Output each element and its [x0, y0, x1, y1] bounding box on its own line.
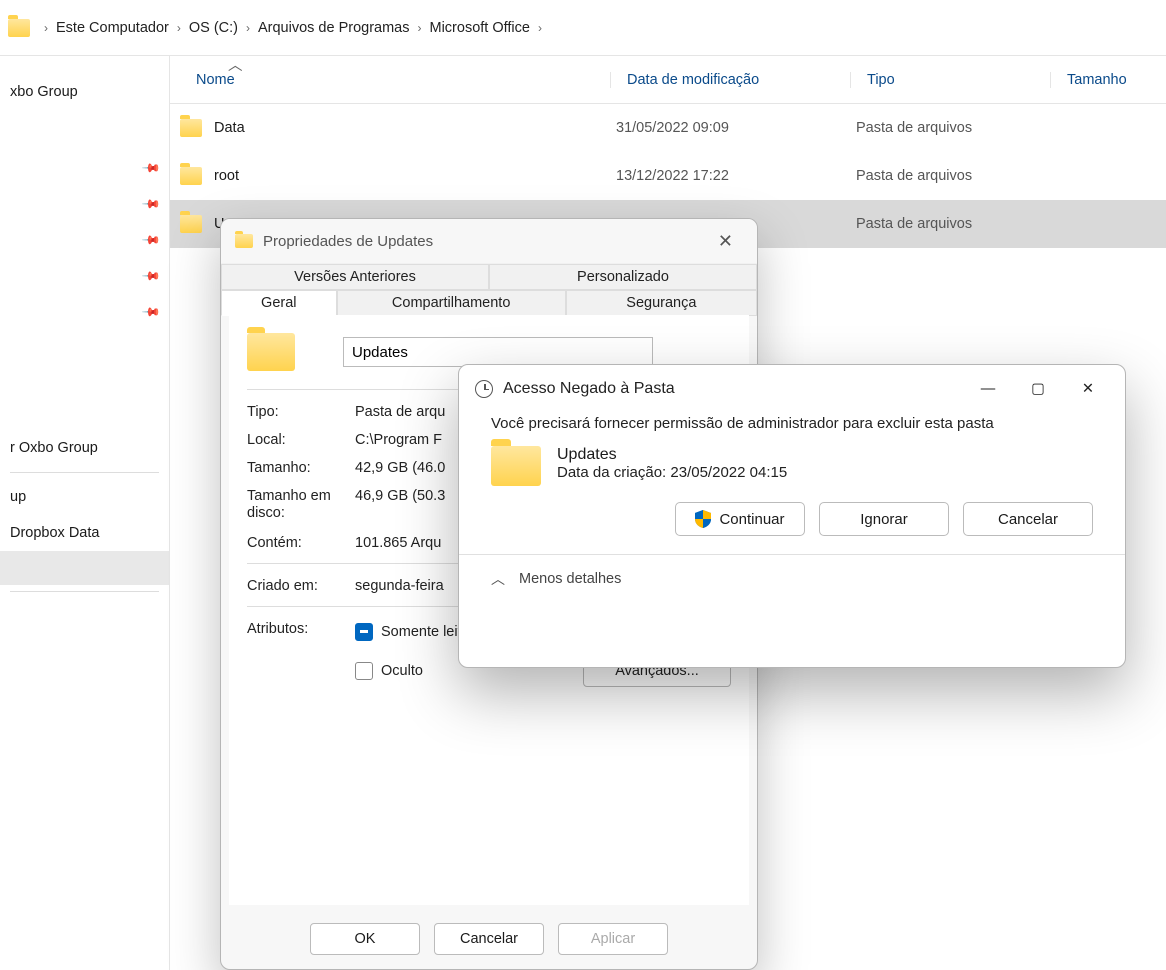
file-type: Pasta de arquivos	[850, 168, 1050, 184]
cancel-button[interactable]: Cancelar	[434, 923, 544, 955]
breadcrumb-seg[interactable]: Este Computador	[48, 16, 177, 40]
access-denied-dialog: Acesso Negado à Pasta — ▢ ✕ Você precisa…	[458, 364, 1126, 668]
continue-button[interactable]: Continuar	[675, 502, 805, 536]
sidebar-item-label: xbo Group	[10, 84, 78, 100]
shield-icon	[695, 510, 711, 528]
dialog-titlebar[interactable]: Propriedades de Updates ✕	[221, 219, 757, 263]
item-date: Data da criação: 23/05/2022 04:15	[557, 464, 787, 481]
sidebar-item-pinned[interactable]: 📌	[0, 258, 169, 294]
folder-icon	[8, 19, 30, 37]
chevron-right-icon[interactable]: ›	[538, 21, 542, 35]
ok-button[interactable]: OK	[310, 923, 420, 955]
label-attributes: Atributos:	[247, 621, 355, 687]
column-headers: Nome Data de modificação Tipo Tamanho	[170, 56, 1166, 104]
tab-customize[interactable]: Personalizado	[489, 264, 757, 290]
pin-icon: 📌	[141, 266, 161, 286]
sidebar-item[interactable]: xbo Group	[0, 74, 169, 110]
sidebar-item-pinned[interactable]: 📌	[0, 186, 169, 222]
checkbox-label: Oculto	[381, 663, 423, 679]
folder-icon	[235, 234, 253, 248]
sidebar-item-selected[interactable]	[0, 551, 169, 585]
file-date: 31/05/2022 09:09	[610, 120, 850, 136]
clock-icon	[475, 380, 493, 398]
separator	[10, 472, 159, 473]
pin-icon: 📌	[141, 158, 161, 178]
close-button[interactable]: ✕	[1065, 373, 1111, 405]
folder-icon-large	[247, 333, 295, 371]
file-type: Pasta de arquivos	[850, 120, 1050, 136]
sidebar-item-pinned[interactable]: 📌	[0, 294, 169, 330]
checkbox-icon	[355, 662, 373, 680]
label-type: Tipo:	[247, 404, 355, 420]
checkbox-hidden[interactable]: Oculto	[355, 662, 423, 680]
folder-icon	[180, 167, 202, 185]
folder-icon	[180, 119, 202, 137]
folder-name-input[interactable]	[343, 337, 653, 367]
checkbox-icon-indeterminate	[355, 623, 373, 641]
tab-general[interactable]: Geral	[221, 290, 337, 316]
dialog-titlebar[interactable]: Acesso Negado à Pasta — ▢ ✕	[459, 365, 1125, 413]
ignore-button[interactable]: Ignorar	[819, 502, 949, 536]
folder-icon	[180, 215, 202, 233]
breadcrumb: › Este Computador › OS (C:) › Arquivos d…	[0, 0, 1166, 56]
pin-icon: 📌	[141, 230, 161, 250]
label-created: Criado em:	[247, 578, 355, 594]
item-name: Updates	[557, 446, 787, 464]
separator	[10, 591, 159, 592]
label-size-on-disk: Tamanho em disco:	[247, 488, 355, 523]
pin-icon: 📌	[141, 302, 161, 322]
sidebar-item[interactable]: Dropbox Data	[0, 515, 169, 551]
tab-security[interactable]: Segurança	[566, 290, 757, 316]
minimize-button[interactable]: —	[965, 373, 1011, 405]
less-details-toggle[interactable]: ︿ Menos detalhes	[459, 554, 1125, 603]
col-header-date[interactable]: Data de modificação	[610, 72, 850, 88]
nav-tree: ︿ xbo Group 📌 📌 📌 📌 📌 r Oxbo Group up Dr…	[0, 56, 170, 970]
table-row[interactable]: root 13/12/2022 17:22 Pasta de arquivos	[170, 152, 1166, 200]
breadcrumb-seg[interactable]: OS (C:)	[181, 16, 246, 40]
folder-icon-large	[491, 446, 541, 486]
tab-previous-versions[interactable]: Versões Anteriores	[221, 264, 489, 290]
sidebar-item[interactable]: r Oxbo Group	[0, 430, 169, 466]
file-name: Data	[214, 120, 245, 136]
sidebar-item[interactable]: up	[0, 479, 169, 515]
file-name: root	[214, 168, 239, 184]
sidebar-item-label: up	[10, 489, 26, 505]
pin-icon: 📌	[141, 194, 161, 214]
close-button[interactable]: ✕	[708, 227, 743, 256]
label-contains: Contém:	[247, 535, 355, 551]
breadcrumb-seg[interactable]: Arquivos de Programas	[250, 16, 418, 40]
col-header-type[interactable]: Tipo	[850, 72, 1050, 88]
tab-sharing[interactable]: Compartilhamento	[337, 290, 566, 316]
sidebar-item-label: Dropbox Data	[10, 525, 99, 541]
table-row[interactable]: Data 31/05/2022 09:09 Pasta de arquivos	[170, 104, 1166, 152]
file-date: 13/12/2022 17:22	[610, 168, 850, 184]
cancel-button[interactable]: Cancelar	[963, 502, 1093, 536]
label-size: Tamanho:	[247, 460, 355, 476]
col-header-name[interactable]: Nome	[170, 72, 610, 88]
button-label: Continuar	[719, 511, 784, 528]
apply-button[interactable]: Aplicar	[558, 923, 668, 955]
toggle-label: Menos detalhes	[519, 571, 621, 587]
label-location: Local:	[247, 432, 355, 448]
sidebar-item-label: r Oxbo Group	[10, 440, 98, 456]
breadcrumb-seg[interactable]: Microsoft Office	[422, 16, 538, 40]
dialog-message: Você precisará fornecer permissão de adm…	[491, 415, 1093, 432]
sidebar-item-pinned[interactable]: 📌	[0, 150, 169, 186]
col-header-size[interactable]: Tamanho	[1050, 72, 1166, 88]
sidebar-item-pinned[interactable]: 📌	[0, 222, 169, 258]
chevron-up-icon: ︿	[491, 569, 505, 589]
dialog-title: Propriedades de Updates	[263, 233, 433, 250]
dialog-title: Acesso Negado à Pasta	[503, 380, 675, 398]
file-type: Pasta de arquivos	[850, 216, 1050, 232]
maximize-button[interactable]: ▢	[1015, 373, 1061, 405]
